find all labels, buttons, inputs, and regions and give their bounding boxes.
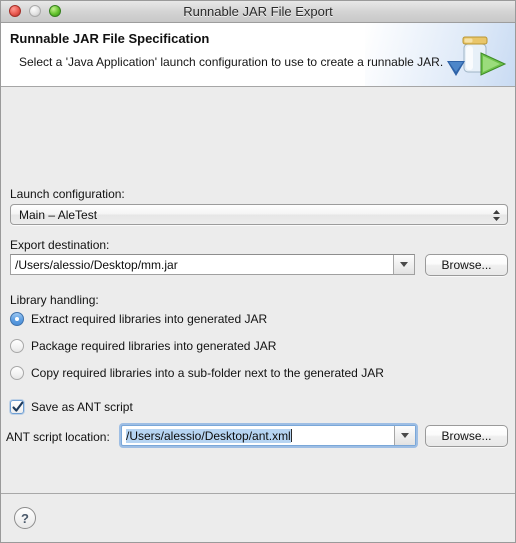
export-destination-combo[interactable]: /Users/alessio/Desktop/mm.jar [10,254,415,275]
radio-indicator-package[interactable] [10,339,24,353]
radio-indicator-extract[interactable] [10,312,24,326]
text-caret [290,429,292,442]
save-as-ant-script-checkbox-row[interactable]: Save as ANT script [10,400,133,414]
ant-script-location-browse-button[interactable]: Browse... [425,425,508,447]
wizard-footer: ? < Back Next > Cancel Finish [1,493,515,542]
export-destination-browse-button[interactable]: Browse... [425,254,508,276]
export-destination-dropdown-arrow[interactable] [393,255,414,274]
help-button[interactable]: ? [14,507,36,529]
window-titlebar: Runnable JAR File Export [1,1,515,23]
ant-script-location-dropdown-arrow[interactable] [394,426,415,445]
ant-script-location-label: ANT script location: [6,430,110,444]
launch-configuration-select[interactable]: Main – AleTest [10,204,508,225]
radio-package-libraries[interactable]: Package required libraries into generate… [10,339,276,353]
radio-label-package: Package required libraries into generate… [31,339,277,353]
wizard-body: Launch configuration: Main – AleTest Exp… [1,87,515,493]
library-handling-label: Library handling: [10,293,99,307]
page-description: Select a 'Java Application' launch confi… [19,55,444,69]
jar-export-icon [443,31,507,83]
page-title: Runnable JAR File Specification [10,31,210,46]
chevron-down-icon [401,433,409,438]
runnable-jar-export-window: Runnable JAR File Export Runnable JAR Fi… [0,0,516,543]
export-destination-label: Export destination: [10,238,110,252]
radio-copy-libraries[interactable]: Copy required libraries into a sub-folde… [10,366,384,380]
export-destination-input[interactable]: /Users/alessio/Desktop/mm.jar [11,255,394,274]
save-as-ant-script-label: Save as ANT script [31,400,133,414]
ant-script-location-value: /Users/alessio/Desktop/ant.xml [126,428,291,443]
chevron-up-down-icon [492,208,501,223]
save-as-ant-script-checkbox[interactable] [10,400,24,414]
ant-script-location-input[interactable]: /Users/alessio/Desktop/ant.xml [122,426,395,445]
wizard-header: Runnable JAR File Specification Select a… [1,23,515,87]
radio-label-extract: Extract required libraries into generate… [31,312,268,326]
chevron-down-icon [400,262,408,267]
launch-configuration-value: Main – AleTest [19,208,98,222]
radio-extract-libraries[interactable]: Extract required libraries into generate… [10,312,267,326]
launch-configuration-label: Launch configuration: [10,187,125,201]
radio-label-copy: Copy required libraries into a sub-folde… [31,366,384,380]
radio-indicator-copy[interactable] [10,366,24,380]
window-title: Runnable JAR File Export [183,4,333,19]
ant-script-location-combo[interactable]: /Users/alessio/Desktop/ant.xml [121,425,416,446]
